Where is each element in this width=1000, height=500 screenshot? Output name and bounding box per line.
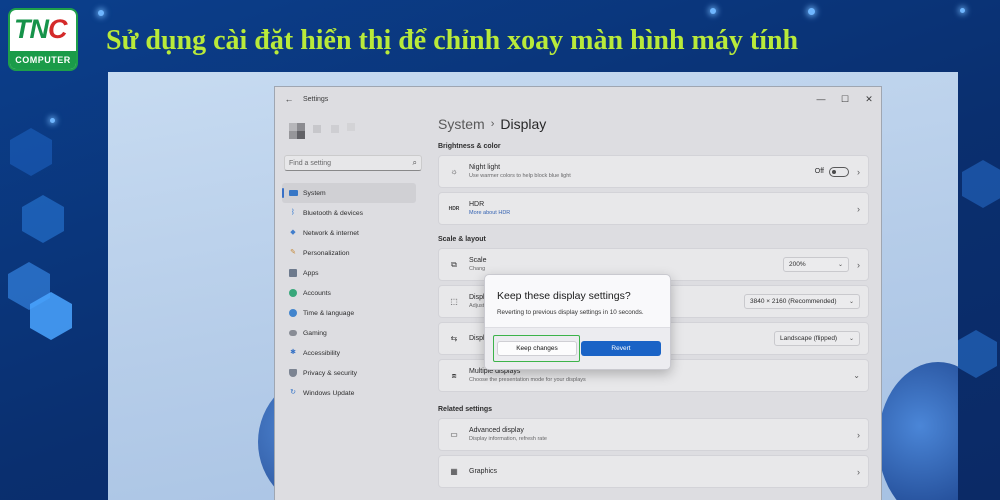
revert-button[interactable]: Revert	[581, 341, 661, 356]
wallpaper-swirl	[878, 362, 958, 500]
decorative-dot	[808, 8, 815, 15]
tnc-computer-logo: TNC COMPUTER	[8, 8, 78, 71]
dialog-footer: Keep changes Revert	[485, 327, 670, 369]
decorative-hexagon	[955, 330, 997, 378]
decorative-dot	[98, 10, 104, 16]
decorative-hexagon	[962, 160, 1000, 208]
banner-title: Sử dụng cài đặt hiển thị để chỉnh xoay m…	[106, 25, 799, 56]
decorative-hexagon	[10, 128, 52, 176]
decorative-dot	[50, 118, 55, 123]
decorative-dot	[710, 8, 716, 14]
desktop-screenshot: ← Settings — ☐ ✕ Find a setting ⌕ System…	[108, 72, 958, 500]
decorative-dot	[960, 8, 965, 13]
dialog-message: Reverting to previous display settings i…	[497, 309, 644, 316]
keep-display-settings-dialog: Keep these display settings? Reverting t…	[484, 274, 671, 370]
keep-changes-button[interactable]: Keep changes	[497, 341, 577, 356]
logo-subtitle: COMPUTER	[10, 51, 76, 69]
decorative-hexagon	[22, 195, 64, 243]
dialog-title: Keep these display settings?	[497, 290, 631, 302]
logo-wordmark: TNC	[14, 14, 67, 44]
